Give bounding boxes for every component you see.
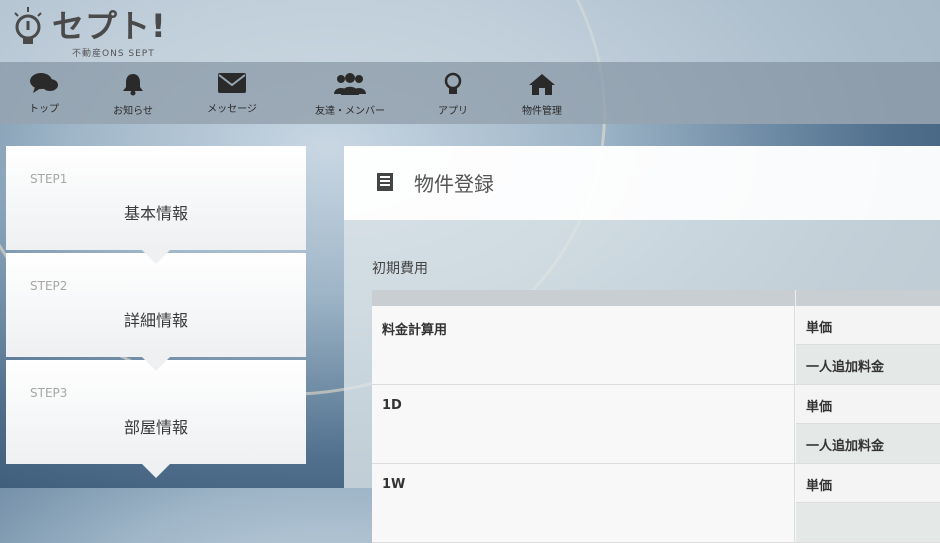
step-number: STEP3 xyxy=(30,386,68,400)
nav-item-friends[interactable]: 友達・メンバー xyxy=(304,62,396,124)
nav-label: メッセージ xyxy=(207,104,257,115)
nav-item-top[interactable]: トップ xyxy=(18,62,70,124)
step-arrow xyxy=(142,250,170,264)
logo[interactable]: セプト! 不動産ONS SEPT xyxy=(10,6,210,59)
step-title: 部屋情報 xyxy=(123,418,188,437)
step-item-detail-info[interactable]: STEP2 詳細情報 xyxy=(6,253,306,371)
nav-item-notifications[interactable]: お知らせ xyxy=(104,62,162,124)
step-title: 基本情報 xyxy=(123,204,188,223)
step-item-basic-info[interactable]: STEP1 基本情報 xyxy=(6,146,306,264)
nav-label: アプリ xyxy=(438,106,468,117)
home-icon xyxy=(529,74,555,95)
nav-item-apps[interactable]: アプリ xyxy=(430,62,476,124)
comments-icon xyxy=(30,73,58,93)
extra-person-fee-cell[interactable] xyxy=(796,503,940,542)
unit-price-cell[interactable]: 単価 xyxy=(796,464,940,503)
main-nav: トップ お知らせ メッセージ 友達・メンバー アプリ 物件管理 xyxy=(0,62,940,124)
table-row: 1W 単価 xyxy=(372,464,940,543)
table-row: 1D 単価 一人追加料金 xyxy=(372,385,940,464)
nav-label: トップ xyxy=(29,104,59,115)
row-label: 1D xyxy=(372,385,795,463)
fee-table: 料金計算用 単価 一人追加料金 1D 単価 一人追加料金 1W 単価 xyxy=(372,290,940,543)
table-row: 料金計算用 単価 一人追加料金 xyxy=(372,306,940,385)
row-label: 料金計算用 xyxy=(372,306,795,384)
brand-name: セプト! xyxy=(52,7,167,45)
lightbulb-icon xyxy=(444,72,462,94)
main-content: 初期費用 料金計算用 単価 一人追加料金 1D 単価 一人追加料金 1W 単価 xyxy=(344,220,940,543)
extra-person-fee-cell[interactable]: 一人追加料金 xyxy=(796,424,940,463)
step-arrow xyxy=(142,357,170,371)
nav-label: 物件管理 xyxy=(522,106,562,117)
nav-item-messages[interactable]: メッセージ xyxy=(196,62,268,124)
step-number: STEP2 xyxy=(30,279,68,293)
step-sidebar: STEP1 基本情報 STEP2 詳細情報 STEP3 部屋情報 xyxy=(6,146,306,488)
nav-label: 友達・メンバー xyxy=(315,106,385,117)
envelope-icon xyxy=(218,73,246,93)
bell-icon xyxy=(123,74,143,96)
step-arrow xyxy=(142,464,170,478)
table-header xyxy=(372,290,940,306)
building-icon xyxy=(377,173,393,191)
step-title: 詳細情報 xyxy=(123,311,188,330)
lightbulb-logo-icon xyxy=(14,7,42,44)
app-header: セプト! 不動産ONS SEPT xyxy=(0,0,940,62)
step-item-room-info[interactable]: STEP3 部屋情報 xyxy=(6,360,306,478)
unit-price-cell[interactable]: 単価 xyxy=(796,306,940,345)
page-title: 物件登録 xyxy=(414,172,494,196)
nav-item-property-management[interactable]: 物件管理 xyxy=(512,62,572,124)
page-header: 物件登録 xyxy=(344,146,940,220)
section-title: 初期費用 xyxy=(372,261,428,277)
nav-label: お知らせ xyxy=(113,106,153,117)
unit-price-cell[interactable]: 単価 xyxy=(796,385,940,424)
header-divider xyxy=(795,290,796,306)
step-number: STEP1 xyxy=(30,172,68,186)
row-label: 1W xyxy=(372,464,795,542)
extra-person-fee-cell[interactable]: 一人追加料金 xyxy=(796,345,940,384)
brand-tagline: 不動産ONS SEPT xyxy=(72,49,155,59)
users-icon xyxy=(334,73,366,95)
